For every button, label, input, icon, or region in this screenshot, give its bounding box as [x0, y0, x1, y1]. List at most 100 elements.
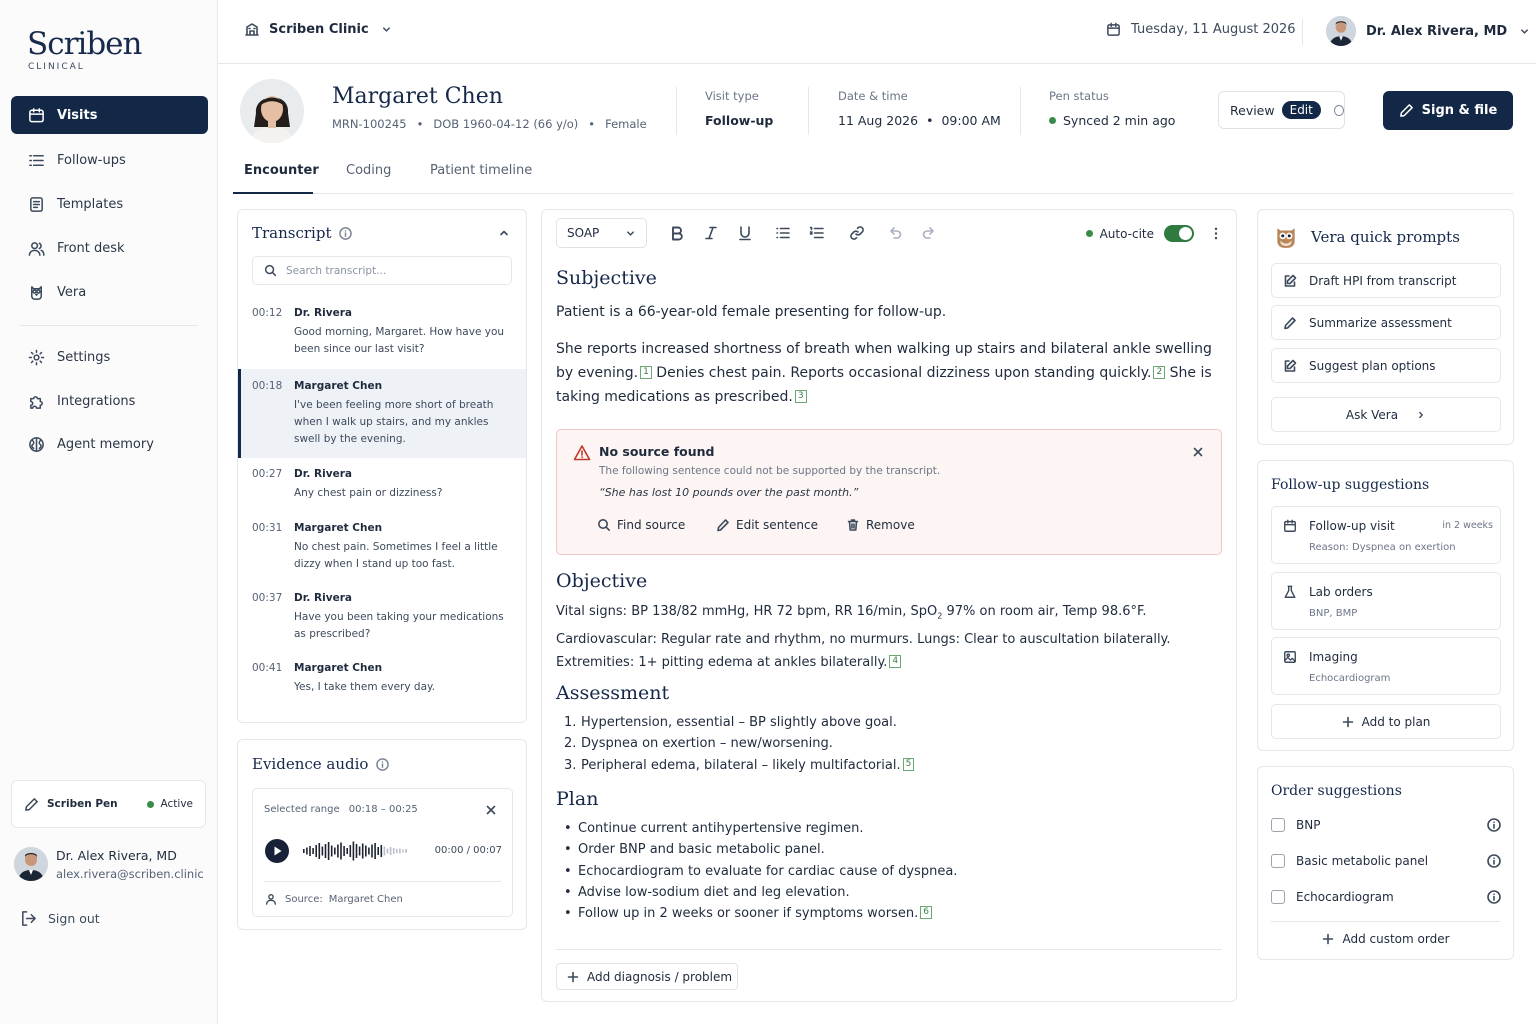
chevron-up-icon[interactable] [498, 227, 510, 239]
suggestion-reason: Reason: Dyspnea on exertion [1309, 542, 1456, 553]
sidebar-item-vera[interactable]: Vera [11, 273, 208, 311]
close-icon[interactable] [1192, 446, 1204, 458]
account-menu[interactable]: Dr. Alex Rivera, MD [1326, 16, 1530, 46]
sign-out-button[interactable]: Sign out [20, 910, 100, 927]
bold-icon[interactable] [669, 225, 685, 241]
line-time: 00:12 [252, 307, 283, 319]
person-icon [266, 894, 276, 905]
citation-badge[interactable]: 6 [920, 906, 932, 920]
info-icon[interactable] [1487, 818, 1501, 832]
transcript-line[interactable]: 00:31 Margaret Chen No chest pain. Someti… [238, 522, 526, 573]
transcript-line[interactable]: 00:37 Dr. Rivera Have you been taking you… [238, 592, 526, 643]
citation-badge[interactable]: 5 [902, 757, 915, 771]
subjective-text-2[interactable]: She reports increased shortness of breat… [556, 337, 1216, 409]
waveform-bar [327, 842, 330, 860]
waveform-bar [386, 848, 389, 854]
line-speaker: Dr. Rivera [294, 468, 352, 480]
suggestion-detail: Echocardiogram [1309, 673, 1391, 684]
sidebar-item-front-desk[interactable]: Front desk [11, 229, 208, 267]
info-icon[interactable] [376, 757, 390, 771]
waveform[interactable] [303, 839, 411, 863]
add-diagnosis-button[interactable]: Add diagnosis / problem [556, 963, 738, 990]
vitals-text-cont: 97% on room air, Temp 98.6°F. [942, 604, 1147, 619]
plus-icon [1342, 716, 1353, 727]
sidebar-item-settings[interactable]: Settings [11, 338, 208, 376]
order-bnp[interactable]: BNP [1271, 818, 1501, 832]
prompt-draft-hpi[interactable]: Draft HPI from transcript [1271, 263, 1501, 298]
sidebar-item-templates[interactable]: Templates [11, 185, 208, 223]
tab-patient-timeline[interactable]: Patient timeline [430, 163, 532, 194]
info-icon[interactable] [339, 226, 353, 240]
add-to-plan-button[interactable]: Add to plan [1271, 704, 1501, 739]
subjective-sentence: Denies chest pain. Reports occasional di… [656, 365, 1152, 381]
waveform-bar [303, 849, 305, 853]
item-number: 1. [564, 715, 577, 730]
edit-option[interactable]: Edit [1281, 101, 1321, 119]
transcript-search-input[interactable]: Search transcript... [252, 256, 512, 285]
citation-badge[interactable]: 4 [889, 654, 902, 668]
transcript-line[interactable]: 00:12 Dr. Rivera Good morning, Margaret. … [238, 307, 526, 358]
info-icon[interactable] [1487, 854, 1501, 868]
pencil-icon [717, 519, 729, 532]
mode-radio[interactable] [1333, 104, 1344, 116]
checkbox[interactable] [1271, 818, 1285, 832]
suggestion-follow-up-visit[interactable]: Follow-up visit in 2 weeks Reason: Dyspn… [1271, 506, 1501, 564]
prompt-summarize-assessment[interactable]: Summarize assessment [1271, 305, 1501, 340]
tab-coding[interactable]: Coding [346, 163, 391, 194]
checkbox[interactable] [1271, 890, 1285, 904]
sidebar-item-integrations[interactable]: Integrations [11, 382, 208, 420]
subjective-text-1[interactable]: Patient is a 66-year-old female presenti… [556, 300, 946, 324]
citation-badge[interactable]: 3 [794, 390, 807, 403]
remove-sentence-button[interactable]: Remove [846, 518, 915, 532]
user-profile[interactable]: Dr. Alex Rivera, MD alex.rivera@scriben.… [14, 846, 209, 882]
more-vertical-icon[interactable] [1214, 227, 1218, 240]
italic-icon[interactable] [703, 225, 719, 241]
underline-icon[interactable] [737, 225, 753, 241]
suggestion-imaging[interactable]: Imaging Echocardiogram [1271, 637, 1501, 695]
checkbox[interactable] [1271, 854, 1285, 868]
prompt-suggest-plan[interactable]: Suggest plan options [1271, 348, 1501, 383]
find-source-button[interactable]: Find source [597, 518, 685, 532]
divider [676, 87, 677, 135]
transcript-line[interactable]: 00:41 Margaret Chen Yes, I take them ever… [238, 662, 526, 696]
bulleted-list-icon[interactable] [775, 225, 791, 241]
plan-list[interactable]: • Continue current antihypertensive regim… [564, 818, 957, 924]
ask-vera-button[interactable]: Ask Vera [1271, 397, 1501, 432]
tab-encounter[interactable]: Encounter [233, 163, 319, 194]
item-number: 3. [564, 757, 577, 773]
numbered-list-icon[interactable] [809, 225, 825, 241]
line-speaker: Margaret Chen [294, 380, 383, 392]
review-option[interactable]: Review [1230, 103, 1275, 118]
edit-sentence-button[interactable]: Edit sentence [716, 518, 818, 532]
order-basic-metabolic-panel[interactable]: Basic metabolic panel [1271, 854, 1501, 868]
pen-status: Pen status Synced 2 min ago [1049, 89, 1175, 128]
info-icon[interactable] [1487, 890, 1501, 904]
transcript-line[interactable]: 00:27 Dr. Rivera Any chest pain or dizzin… [238, 468, 526, 502]
sign-and-file-button[interactable]: Sign & file [1383, 91, 1513, 130]
sidebar-item-agent-memory[interactable]: Agent memory [11, 425, 208, 463]
line-text: Any chest pain or dizziness? [294, 487, 443, 499]
citation-badge[interactable]: 1 [640, 366, 652, 379]
suggestion-lab-orders[interactable]: Lab orders BNP, BMP [1271, 572, 1501, 630]
add-custom-order-button[interactable]: Add custom order [1271, 932, 1501, 946]
order-echocardiogram[interactable]: Echocardiogram [1271, 890, 1501, 904]
pen-status-card[interactable]: Scriben Pen Active [11, 780, 206, 828]
play-button[interactable] [265, 839, 289, 863]
sidebar-item-visits[interactable]: Visits [11, 96, 208, 134]
auto-cite-toggle[interactable]: Auto-cite [1085, 225, 1194, 242]
undo-icon[interactable] [887, 225, 903, 241]
review-edit-toggle[interactable]: Review Edit [1218, 91, 1345, 129]
redo-icon[interactable] [921, 225, 937, 241]
divider [808, 87, 809, 135]
sidebar-item-follow-ups[interactable]: Follow-ups [11, 141, 208, 179]
citation-badge[interactable]: 2 [1153, 366, 1166, 379]
link-icon[interactable] [849, 225, 865, 241]
assessment-list[interactable]: 1. Hypertension, essential – BP slightly … [564, 712, 915, 776]
close-icon[interactable] [485, 804, 497, 816]
template-select[interactable]: SOAP [556, 218, 647, 248]
waveform-bar [315, 845, 317, 857]
clinic-selector[interactable]: Scriben Clinic [244, 21, 401, 37]
transcript-line-selected[interactable]: 00:18 Margaret Chen I've been feeling mor… [238, 369, 526, 458]
auto-cite-switch[interactable] [1164, 225, 1194, 242]
objective-text[interactable]: Vital signs: BP 138/82 mmHg, HR 72 bpm, … [556, 600, 1216, 674]
